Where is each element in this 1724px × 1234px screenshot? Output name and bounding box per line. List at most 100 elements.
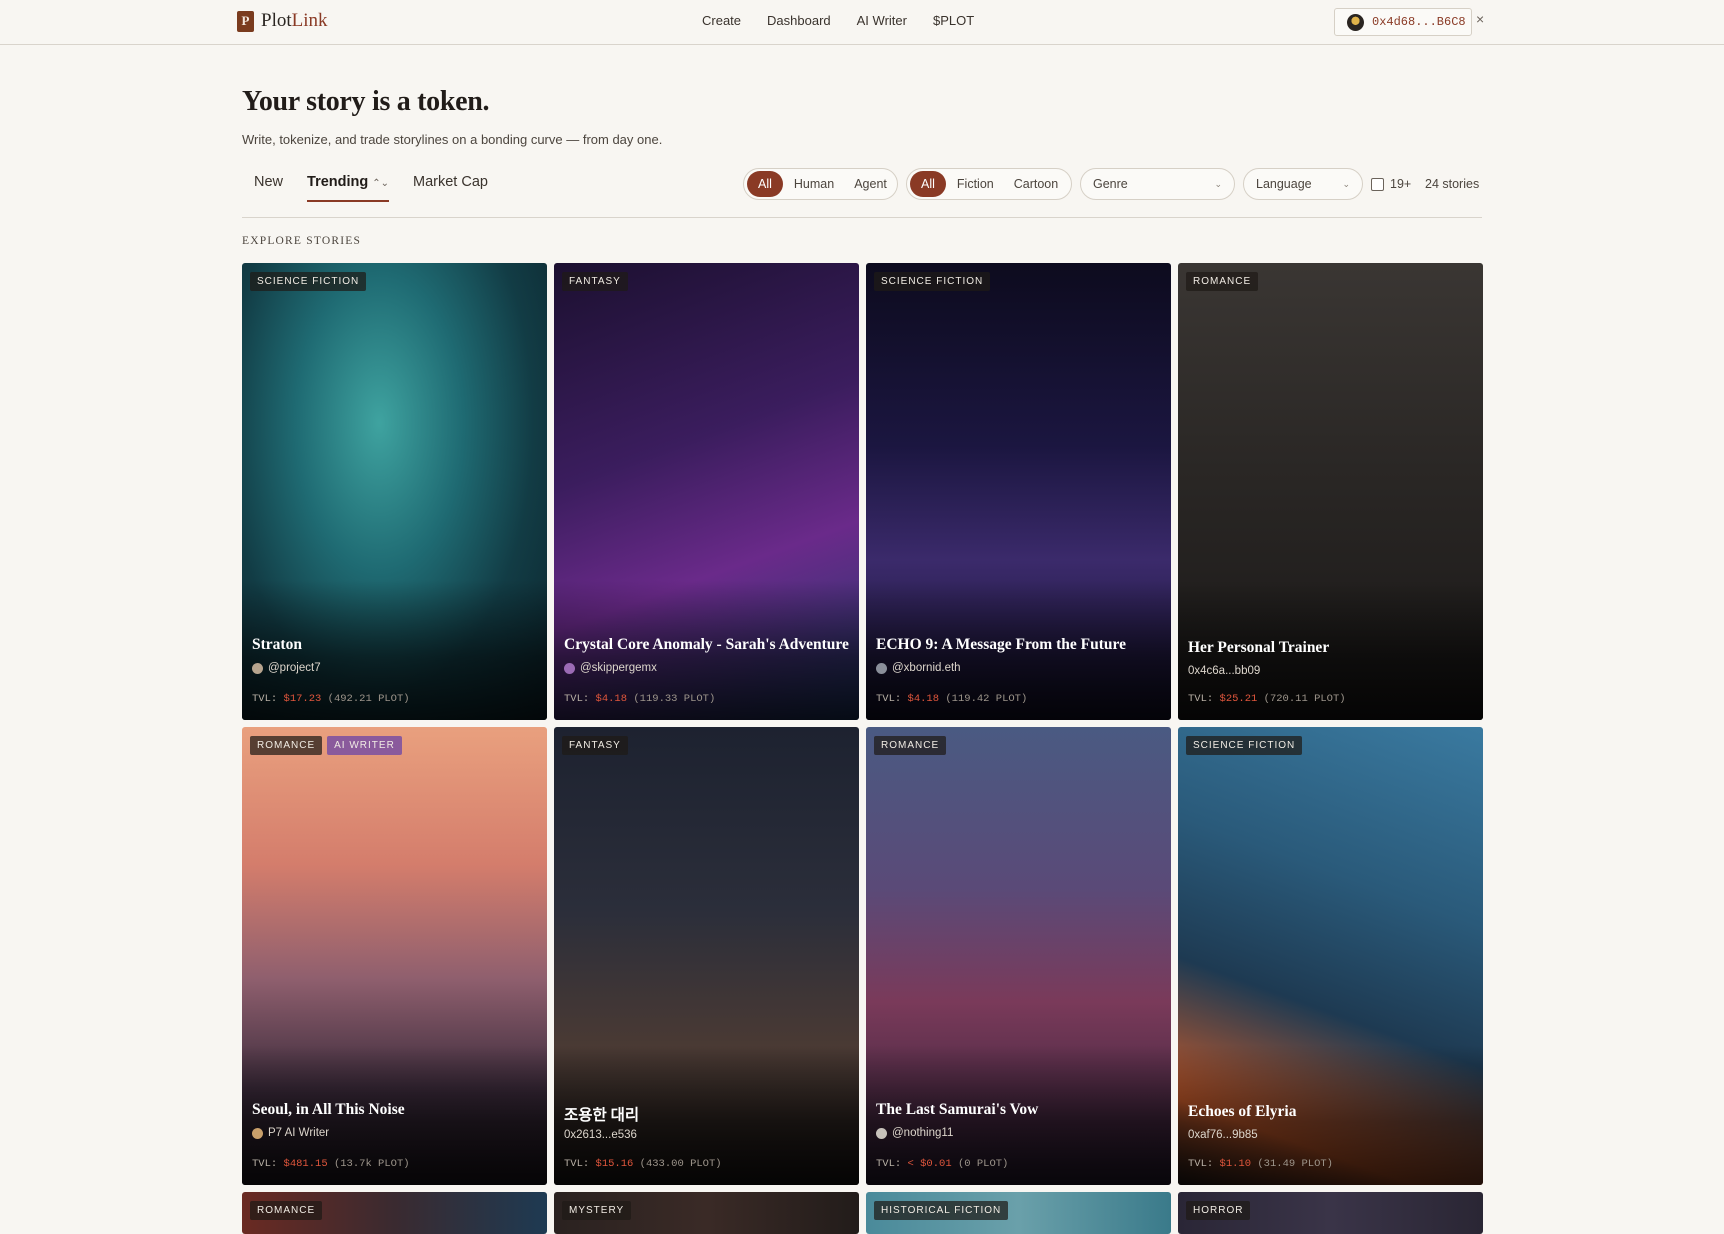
tvl-plot: (0 PLOT) xyxy=(957,1158,1009,1170)
story-card[interactable]: SCIENCE FICTION Echoes of Elyria 0xaf76.… xyxy=(1178,727,1483,1185)
filter-author-all[interactable]: All xyxy=(747,171,783,197)
language-select[interactable]: Language ⌄ xyxy=(1243,168,1363,200)
tvl-label: TVL: xyxy=(876,693,902,705)
main-nav: Create Dashboard AI Writer $PLOT xyxy=(702,13,974,28)
story-tvl: TVL: $481.15 (13.7k PLOT) xyxy=(252,1158,410,1170)
genre-tags: ROMANCE xyxy=(1186,272,1259,291)
story-author[interactable]: 0x4c6a...bb09 xyxy=(1188,665,1260,677)
top-nav-bar: P PlotLink Create Dashboard AI Writer $P… xyxy=(0,0,1724,45)
story-author[interactable]: @project7 xyxy=(252,662,321,674)
genre-tags: FANTASY xyxy=(562,736,628,755)
genre-tags: SCIENCE FICTION xyxy=(250,272,367,291)
tvl-usd: $15.16 xyxy=(595,1158,634,1170)
story-tvl: TVL: $25.21 (720.11 PLOT) xyxy=(1188,693,1346,705)
wallet-button[interactable]: 0x4d68...B6C8 xyxy=(1334,8,1472,36)
language-select-value: Language xyxy=(1256,177,1312,191)
story-author[interactable]: @nothing11 xyxy=(876,1127,953,1139)
filter-divider xyxy=(242,217,1482,218)
story-card[interactable]: HORROR xyxy=(1178,1192,1483,1234)
author-name: @project7 xyxy=(268,662,321,674)
story-count: 24 stories xyxy=(1425,177,1480,191)
filter-format-all[interactable]: All xyxy=(910,171,946,197)
author-name: @xbornid.eth xyxy=(892,662,961,674)
story-card[interactable]: FANTASY 조용한 대리 0x2613...e536 TVL: $15.16… xyxy=(554,727,859,1185)
genre-tag: ROMANCE xyxy=(250,1201,323,1220)
story-card[interactable]: ROMANCE Her Personal Trainer 0x4c6a...bb… xyxy=(1178,263,1483,720)
story-author[interactable]: @xbornid.eth xyxy=(876,662,961,674)
story-card[interactable]: SCIENCE FICTION ECHO 9: A Message From t… xyxy=(866,263,1171,720)
adult-checkbox-label: 19+ xyxy=(1390,177,1412,191)
story-author[interactable]: 0x2613...e536 xyxy=(564,1129,637,1141)
nav-create[interactable]: Create xyxy=(702,13,741,28)
adult-content-toggle[interactable]: 19+ xyxy=(1371,177,1411,191)
story-card[interactable]: ROMANCE The Last Samurai's Vow @nothing1… xyxy=(866,727,1171,1185)
story-card[interactable]: MYSTERY xyxy=(554,1192,859,1234)
nav-ai-writer[interactable]: AI Writer xyxy=(857,13,907,28)
story-title: Crystal Core Anomaly - Sarah's Adventure xyxy=(564,636,849,653)
genre-tag: ROMANCE xyxy=(250,736,323,755)
story-card[interactable]: ROMANCE xyxy=(242,1192,547,1234)
genre-tags: HORROR xyxy=(1186,1201,1251,1220)
story-title: Seoul, in All This Noise xyxy=(252,1101,405,1118)
story-author[interactable]: @skippergemx xyxy=(564,662,657,674)
disconnect-close-icon[interactable]: × xyxy=(1476,11,1484,27)
story-tvl: TVL: < $0.01 (0 PLOT) xyxy=(876,1158,1008,1170)
filter-format-fiction[interactable]: Fiction xyxy=(948,171,1003,197)
nav-dashboard[interactable]: Dashboard xyxy=(767,13,831,28)
tab-market-cap[interactable]: Market Cap xyxy=(413,174,488,202)
filter-format-cartoon[interactable]: Cartoon xyxy=(1005,171,1067,197)
genre-tag: SCIENCE FICTION xyxy=(874,272,991,291)
tvl-plot: (492.21 PLOT) xyxy=(327,693,410,705)
story-author[interactable]: 0xaf76...9b85 xyxy=(1188,1129,1258,1141)
story-title: 조용한 대리 xyxy=(564,1107,640,1124)
genre-tag: HISTORICAL FICTION xyxy=(874,1201,1009,1220)
story-title: Her Personal Trainer xyxy=(1188,639,1330,656)
story-card[interactable]: SCIENCE FICTION Straton @project7 TVL: $… xyxy=(242,263,547,720)
brand-logo[interactable]: P PlotLink xyxy=(237,10,328,32)
genre-tag: HORROR xyxy=(1186,1201,1251,1220)
story-card[interactable]: ROMANCE AI WRITER Seoul, in All This Nois… xyxy=(242,727,547,1185)
author-name: @nothing11 xyxy=(892,1127,954,1139)
tvl-usd: $17.23 xyxy=(283,693,322,705)
story-title: Straton xyxy=(252,636,302,653)
filter-author-human[interactable]: Human xyxy=(785,171,843,197)
brand-name: PlotLink xyxy=(261,10,328,32)
author-name: 0xaf76...9b85 xyxy=(1188,1129,1258,1141)
sort-tabs: New Trending ⌃⌄ Market Cap xyxy=(254,174,488,202)
story-title: Echoes of Elyria xyxy=(1188,1103,1297,1120)
genre-tag: FANTASY xyxy=(562,736,628,755)
genre-tag: SCIENCE FICTION xyxy=(1186,736,1303,755)
author-avatar xyxy=(876,662,887,674)
tvl-usd: $4.18 xyxy=(595,693,628,705)
story-tvl: TVL: $17.23 (492.21 PLOT) xyxy=(252,693,410,705)
genre-tags: SCIENCE FICTION xyxy=(874,272,991,291)
story-title: The Last Samurai's Vow xyxy=(876,1101,1039,1118)
story-tvl: TVL: $1.10 (31.49 PLOT) xyxy=(1188,1158,1333,1170)
section-heading: EXPLORE STORIES xyxy=(242,235,362,247)
tvl-label: TVL: xyxy=(252,1158,278,1170)
nav-plot-token[interactable]: $PLOT xyxy=(933,13,974,28)
tvl-label: TVL: xyxy=(252,693,278,705)
tvl-label: TVL: xyxy=(564,1158,590,1170)
chevron-down-icon: ⌄ xyxy=(1214,178,1222,189)
story-card[interactable]: FANTASY Crystal Core Anomaly - Sarah's A… xyxy=(554,263,859,720)
author-name: P7 AI Writer xyxy=(268,1127,330,1139)
tab-trending[interactable]: Trending ⌃⌄ xyxy=(307,174,390,202)
filter-author-agent[interactable]: Agent xyxy=(845,171,896,197)
brand-name-part: Plot xyxy=(261,10,292,31)
page-title: Your story is a token. xyxy=(242,86,490,117)
tvl-label: TVL: xyxy=(1188,1158,1214,1170)
genre-tags: FANTASY xyxy=(562,272,628,291)
genre-tags: ROMANCE xyxy=(250,1201,323,1220)
page-subtitle: Write, tokenize, and trade storylines on… xyxy=(242,132,663,147)
story-card[interactable]: HISTORICAL FICTION xyxy=(866,1192,1171,1234)
story-tvl: TVL: $15.16 (433.00 PLOT) xyxy=(564,1158,722,1170)
author-avatar xyxy=(252,662,263,674)
genre-select[interactable]: Genre ⌄ xyxy=(1080,168,1235,200)
tvl-plot: (720.11 PLOT) xyxy=(1263,693,1346,705)
adult-checkbox[interactable] xyxy=(1371,177,1384,191)
wallet-address: 0x4d68...B6C8 xyxy=(1372,15,1466,29)
tvl-usd: $4.18 xyxy=(907,693,940,705)
story-author[interactable]: P7 AI Writer xyxy=(252,1127,329,1139)
tab-new[interactable]: New xyxy=(254,174,283,202)
